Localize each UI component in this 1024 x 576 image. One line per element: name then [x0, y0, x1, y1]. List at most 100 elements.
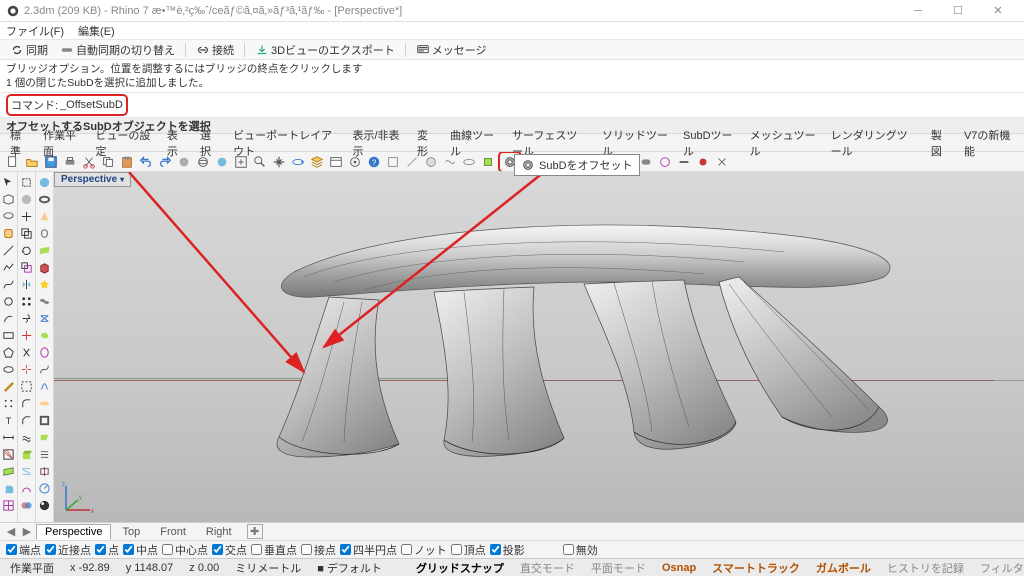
cube-icon[interactable] [1, 191, 17, 207]
network-icon[interactable] [37, 310, 53, 326]
tool-render[interactable] [213, 153, 231, 171]
pipe-icon[interactable] [37, 293, 53, 309]
plane-icon[interactable] [37, 242, 53, 258]
rotate-icon[interactable] [19, 242, 35, 258]
tool-copy[interactable] [99, 153, 117, 171]
render2-icon[interactable] [37, 497, 53, 513]
osnap-mid[interactable]: 中点 [123, 542, 158, 558]
tool-properties[interactable] [327, 153, 345, 171]
close-button[interactable]: ✕ [978, 1, 1018, 21]
tool-object-props[interactable] [346, 153, 364, 171]
tool-c[interactable] [422, 153, 440, 171]
message-button[interactable]: メッセージ [412, 41, 491, 59]
osnap-near[interactable]: 近接点 [45, 542, 91, 558]
command-line[interactable]: コマンド: _OffsetSubD [0, 93, 1024, 118]
menu-edit[interactable]: 編集(E) [78, 23, 115, 39]
circle-icon[interactable] [1, 293, 17, 309]
osnap-point[interactable]: 点 [95, 542, 119, 558]
sphere2-icon[interactable] [19, 191, 35, 207]
osnap-quad[interactable]: 四半円点 [340, 542, 397, 558]
osnap-disable[interactable]: 無効 [563, 542, 598, 558]
contour-icon[interactable] [37, 446, 53, 462]
sync-button[interactable]: 同期 [6, 41, 52, 59]
viewtab-perspective[interactable]: Perspective [36, 524, 111, 540]
split-icon[interactable] [19, 344, 35, 360]
osnap-end[interactable]: 端点 [6, 542, 41, 558]
toggle-smarttrack[interactable]: スマートトラック [708, 560, 804, 576]
tool-wireframe[interactable] [194, 153, 212, 171]
tool-pan[interactable] [270, 153, 288, 171]
explode-icon[interactable] [19, 361, 35, 377]
loft-icon[interactable] [19, 463, 35, 479]
tool-n[interactable] [656, 153, 674, 171]
scale-icon[interactable] [19, 259, 35, 275]
viewtab-front[interactable]: Front [151, 524, 195, 540]
edit-icon[interactable] [1, 378, 17, 394]
osnap-cen[interactable]: 中心点 [162, 542, 208, 558]
select-icon[interactable] [19, 174, 35, 190]
tool-layers[interactable] [308, 153, 326, 171]
status-cplane[interactable]: 作業平面 [6, 560, 58, 576]
extrude-icon[interactable] [19, 446, 35, 462]
viewtab-add[interactable]: ✚ [247, 524, 263, 539]
tool-open[interactable] [23, 153, 41, 171]
points-icon[interactable] [1, 395, 17, 411]
rect-icon[interactable] [1, 327, 17, 343]
sweep-icon[interactable] [19, 480, 35, 496]
cap-icon[interactable] [37, 395, 53, 411]
tool-zoom[interactable] [251, 153, 269, 171]
curve-icon[interactable] [1, 276, 17, 292]
osnap-tan[interactable]: 接点 [301, 542, 336, 558]
patch-icon[interactable] [37, 327, 53, 343]
arc-icon[interactable] [1, 310, 17, 326]
toggle-filter[interactable]: フィルタ [976, 560, 1024, 576]
blend-icon[interactable] [37, 378, 53, 394]
sphere3-icon[interactable] [37, 174, 53, 190]
osnap-int[interactable]: 交点 [212, 542, 247, 558]
tool-e[interactable] [460, 153, 478, 171]
revolve-icon[interactable] [37, 344, 53, 360]
toggle-history[interactable]: ヒストリを記録 [883, 560, 968, 576]
join-icon[interactable] [19, 310, 35, 326]
mirror-icon[interactable] [19, 276, 35, 292]
mesh-icon[interactable] [1, 497, 17, 513]
tool-m[interactable] [637, 153, 655, 171]
export3d-button[interactable]: 3Dビューのエクスポート [251, 41, 399, 59]
solid-icon[interactable] [1, 480, 17, 496]
tool-d[interactable] [441, 153, 459, 171]
menu-file[interactable]: ファイル(F) [6, 23, 64, 39]
toggle-osnap[interactable]: Osnap [658, 562, 700, 574]
tool-redo[interactable] [156, 153, 174, 171]
polyline-icon[interactable] [1, 259, 17, 275]
tab-draft[interactable]: 製図 [925, 126, 956, 160]
tool-help[interactable]: ? [365, 153, 383, 171]
command-input[interactable] [132, 99, 1012, 111]
minimize-button[interactable]: ─ [898, 1, 938, 21]
group-icon[interactable] [19, 378, 35, 394]
tool-print[interactable] [61, 153, 79, 171]
tool-p[interactable] [694, 153, 712, 171]
tool-q[interactable] [713, 153, 731, 171]
torus-icon[interactable] [37, 191, 53, 207]
line-icon[interactable] [1, 242, 17, 258]
hatch-icon[interactable] [1, 446, 17, 462]
tool-o[interactable] [675, 153, 693, 171]
array-icon[interactable] [19, 293, 35, 309]
box-icon[interactable] [37, 259, 53, 275]
cone-icon[interactable] [37, 208, 53, 224]
status-layer[interactable]: ■ デフォルト [313, 560, 386, 576]
osnap-perp[interactable]: 垂直点 [251, 542, 297, 558]
copy2-icon[interactable] [19, 225, 35, 241]
star-icon[interactable] [37, 276, 53, 292]
tool-rotate-view[interactable] [289, 153, 307, 171]
fillet-icon[interactable] [19, 395, 35, 411]
viewtab-next[interactable]: ▶ [20, 525, 34, 538]
viewtab-right[interactable]: Right [197, 524, 241, 540]
move-icon[interactable] [19, 208, 35, 224]
toggle-gumball[interactable]: ガムボール [812, 560, 875, 576]
boolean-icon[interactable] [19, 497, 35, 513]
tool-shade[interactable] [175, 153, 193, 171]
tool-save[interactable] [42, 153, 60, 171]
viewport[interactable]: Perspective [54, 172, 1024, 522]
tube-icon[interactable] [37, 225, 53, 241]
